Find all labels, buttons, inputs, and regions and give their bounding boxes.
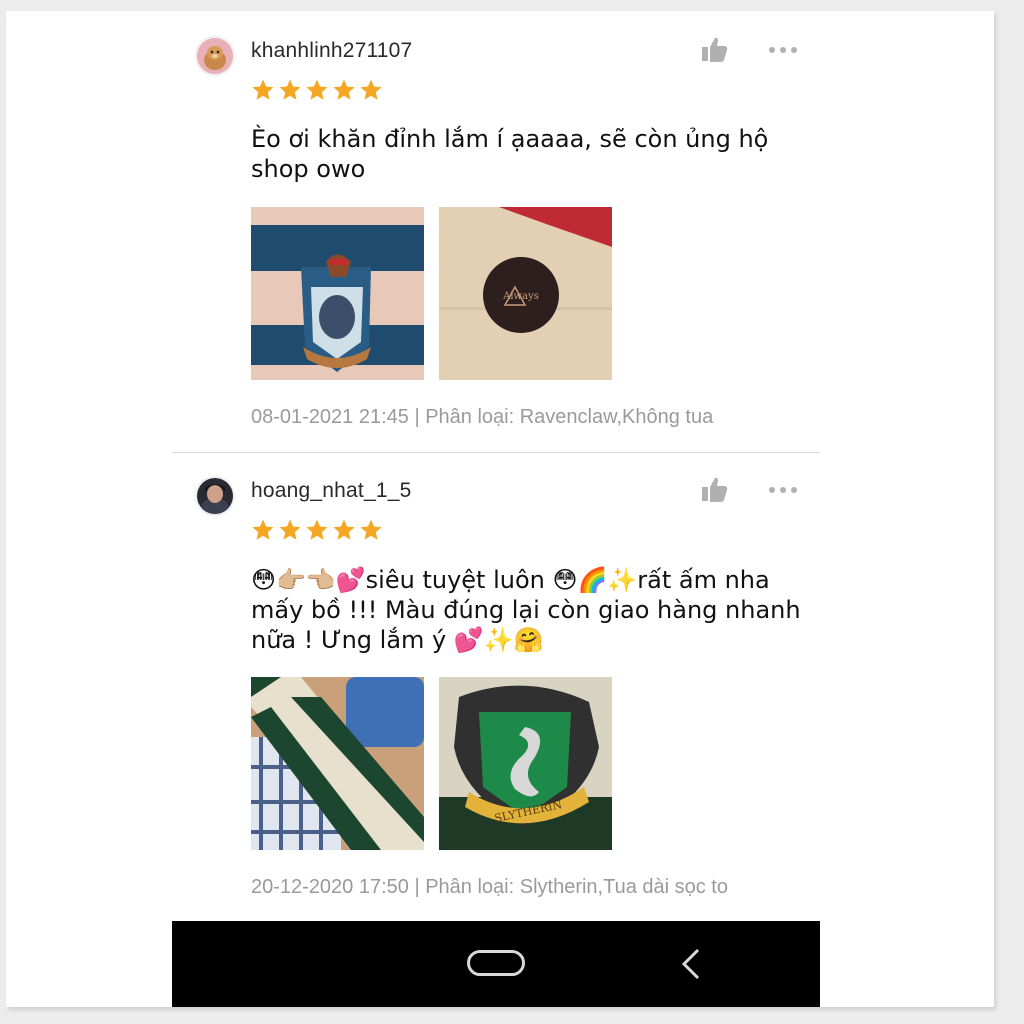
review-image[interactable]: Always (439, 207, 612, 380)
review-image[interactable]: SLYTHERIN (439, 677, 612, 850)
review-comment: Èo ơi khăn đỉnh lắm í ạaaaa, sẽ còn ủng … (251, 125, 769, 183)
star-icon (306, 519, 328, 540)
back-arrow-icon[interactable] (678, 947, 704, 981)
thumbs-up-icon[interactable] (700, 475, 730, 505)
review-username: hoang_nhat_1_5 (251, 479, 412, 502)
star-icon (360, 519, 382, 540)
avatar[interactable] (195, 476, 235, 516)
review-meta: 08-01-2021 21:45 | Phân loại: Ravenclaw,… (251, 406, 714, 428)
review-comment: 😳👉🏼👈🏼💕siêu tuyệt luôn 😳🌈✨rất ấm nha mấy … (251, 566, 801, 654)
system-navigation-bar (172, 921, 820, 1007)
review-meta: 20-12-2020 17:50 | Phân loại: Slytherin,… (251, 876, 728, 898)
review-image[interactable] (251, 207, 424, 380)
more-dots-icon[interactable] (767, 484, 799, 496)
star-icon (306, 79, 328, 100)
thumbs-up-icon[interactable] (700, 35, 730, 65)
star-icon (360, 79, 382, 100)
home-button-icon[interactable] (467, 950, 525, 976)
star-rating (251, 518, 383, 542)
divider (172, 452, 820, 453)
star-icon (252, 79, 274, 100)
star-icon (252, 519, 274, 540)
star-icon (333, 519, 355, 540)
svg-text:Always: Always (502, 291, 539, 302)
star-rating (251, 78, 383, 102)
reviews-panel: khanhlinh271107 Èo ơi khăn đỉnh lắm í ạa… (6, 11, 994, 1007)
star-icon (279, 79, 301, 100)
review-username: khanhlinh271107 (251, 39, 413, 62)
avatar[interactable] (195, 36, 235, 76)
star-icon (279, 519, 301, 540)
star-icon (333, 79, 355, 100)
more-dots-icon[interactable] (767, 44, 799, 56)
review-image[interactable] (251, 677, 424, 850)
